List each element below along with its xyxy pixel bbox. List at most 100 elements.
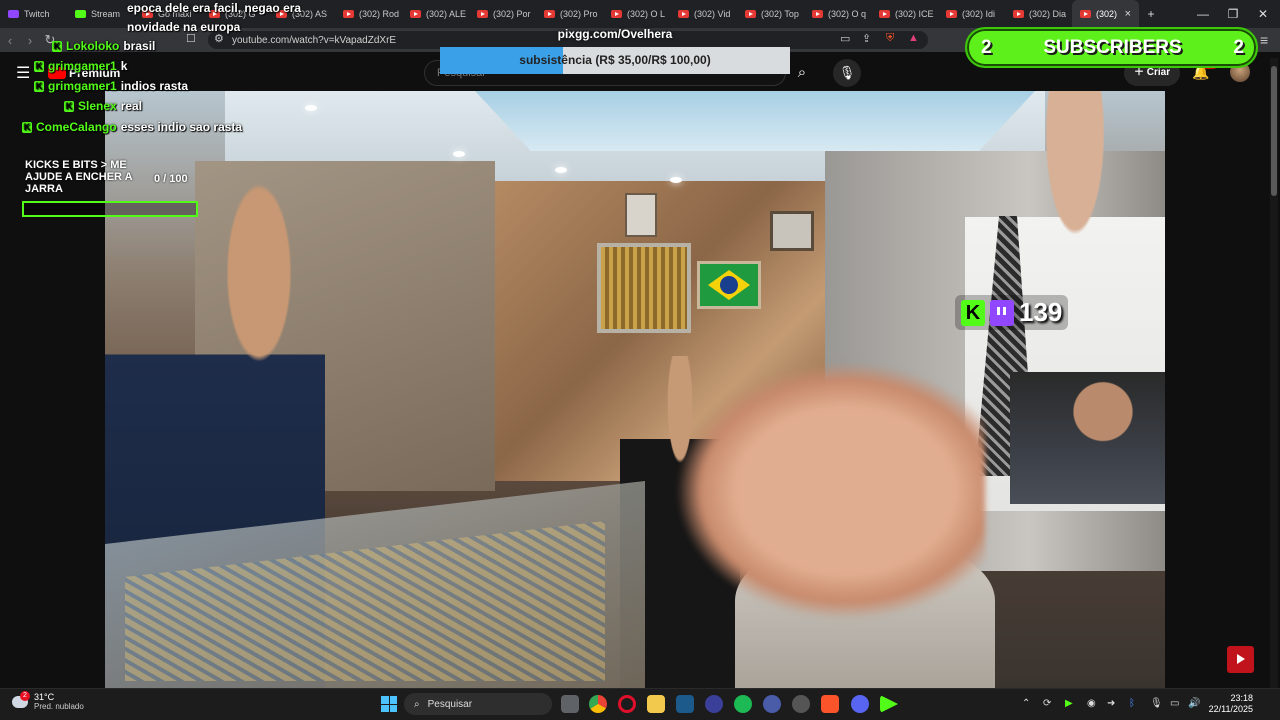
browser-tab[interactable]: (302) × [1072,0,1139,28]
clock-date: 22/11/2025 [1208,704,1253,714]
chat-text: epoca dele era facil, negao era [127,1,302,15]
chat-text: k [120,59,128,73]
yt-favicon-icon [477,10,488,18]
close-tab-icon[interactable]: × [1125,8,1131,20]
browser-tab[interactable]: (302) Idi [938,0,1005,28]
browser-tab[interactable]: (302) ICE [871,0,938,28]
video-player[interactable] [105,91,1165,688]
app-icon-2[interactable] [763,695,781,713]
subscribers-count-right: 2 [1233,36,1244,58]
subscribers-label: SUBSCRIBERS [1043,36,1182,58]
yt-favicon-icon [1080,10,1091,18]
browser-tab-label: Stream [91,9,121,19]
browser-tab[interactable]: (302) Vid [670,0,737,28]
subsistencia-progress-text: subsistência (R$ 35,00/R$ 100,00) [519,53,711,67]
subsistencia-progress-bar: subsistência (R$ 35,00/R$ 100,00) [440,47,790,74]
browser-tab[interactable]: (302) Rod [335,0,402,28]
chat-message: novidade na europa [127,20,240,34]
youtube-mini-icon[interactable] [1227,646,1254,673]
plus-icon: ＋ [1134,67,1147,78]
streamer-webcam [1010,372,1165,504]
video-picture-frame [770,211,814,251]
video-skylight [475,91,1035,151]
browser-tab-label: (302) O L [627,9,666,19]
share-icon[interactable]: ⇪ [862,32,871,45]
chat-username: Lokoloko [66,39,120,53]
weather-description: Pred. nublado [34,702,84,711]
chat-text: real [120,99,143,113]
tray-sync-icon[interactable]: ⟳ [1043,698,1051,709]
browser-tab[interactable]: (302) Top [737,0,804,28]
forward-icon[interactable]: › [20,33,40,48]
spotify-icon[interactable] [734,695,752,713]
video-ceiling-light [453,151,465,157]
browser-tab-label: (302) [1096,9,1118,19]
video-small-frame [625,193,657,237]
microphone-icon[interactable]: 🎙 [833,59,861,87]
back-icon[interactable]: ‹ [0,33,20,48]
yt-favicon-icon [544,10,555,18]
discord-icon[interactable] [851,695,869,713]
settings-icon[interactable] [792,695,810,713]
close-window-button[interactable]: ✕ [1248,0,1278,28]
opera-icon[interactable] [618,695,636,713]
chrome-icon[interactable] [589,695,607,713]
browser-tab[interactable]: (302) Pro [536,0,603,28]
hamburger-menu-icon[interactable]: ☰ [16,63,30,83]
new-tab-button[interactable]: + [1136,0,1166,28]
browser-tab-label: (302) Dia [1029,9,1067,19]
chat-username: ComeCalango [36,120,117,134]
brave-rewards-icon[interactable]: ▲ [908,32,919,44]
brave-icon[interactable] [821,695,839,713]
clock-time: 23:18 [1230,693,1253,703]
browser-tab[interactable]: (302) Dia [1005,0,1072,28]
browser-tab[interactable]: (302) O q [804,0,871,28]
chat-text: brasil [123,39,156,53]
task-view-icon[interactable] [561,695,579,713]
tray-overflow-icon[interactable]: ⌃ [1022,698,1030,709]
app-icon[interactable] [705,695,723,713]
steam-icon[interactable] [676,695,694,713]
yt-favicon-icon [879,10,890,18]
chat-text: indios rasta [120,79,189,93]
tray-kick-icon[interactable]: ▶ [1065,698,1073,709]
browser-tab[interactable]: (302) O L [603,0,670,28]
file-explorer-icon[interactable] [647,695,665,713]
browser-tab[interactable]: Twitch [0,0,67,28]
windows-start-icon[interactable] [381,696,397,712]
taskbar-clock[interactable]: 23:18 22/11/2025 [1203,693,1253,715]
chat-message: Kgrimgamer1 k [34,59,127,73]
video-blurred-hand [675,361,985,621]
chat-message: K Slenex real [64,99,142,113]
scrollbar-thumb[interactable] [1271,66,1277,196]
browser-menu-icon[interactable]: ≡ [1260,32,1268,48]
taskbar-search-label: Pesquisar [427,698,473,710]
kicks-goal-count: 0 / 100 [154,173,188,185]
yt-favicon-icon [343,10,354,18]
minimize-button[interactable]: — [1188,0,1218,28]
brave-shield-icon[interactable]: ⛨ [886,32,894,45]
browser-tab-label: (302) ICE [895,9,934,19]
subscribers-count-left: 2 [981,36,992,58]
kicks-current: 0 [154,173,161,185]
search-icon[interactable]: ⌕ [786,60,818,86]
cast-icon[interactable]: ▭ [840,32,850,45]
yt-favicon-icon [812,10,823,18]
browser-tab[interactable]: Stream [67,0,134,28]
restore-button[interactable]: ❐ [1218,0,1248,28]
kick-badge-icon: K [34,80,44,92]
browser-tab[interactable]: (302) ALE [402,0,469,28]
taskbar-search[interactable]: ⌕ Pesquisar [404,693,552,715]
volume-icon[interactable]: 🔊 [1188,698,1200,709]
browser-tab-label: (302) Top [761,9,799,19]
browser-tab-label: (302) Rod [359,9,400,19]
network-icon[interactable]: ▭ [1170,698,1179,709]
video-gold-chains-frame [597,243,691,333]
browser-tab[interactable]: (302) Por [469,0,536,28]
tray-share-icon[interactable]: ➜ [1107,698,1115,709]
yt-favicon-icon [745,10,756,18]
tray-app-icon[interactable]: ◉ [1087,698,1096,709]
bluetooth-icon[interactable]: ᛒ [1129,698,1135,709]
microphone-tray-icon[interactable]: 🎙 [1150,698,1163,709]
weather-badge: 2 [20,691,30,701]
